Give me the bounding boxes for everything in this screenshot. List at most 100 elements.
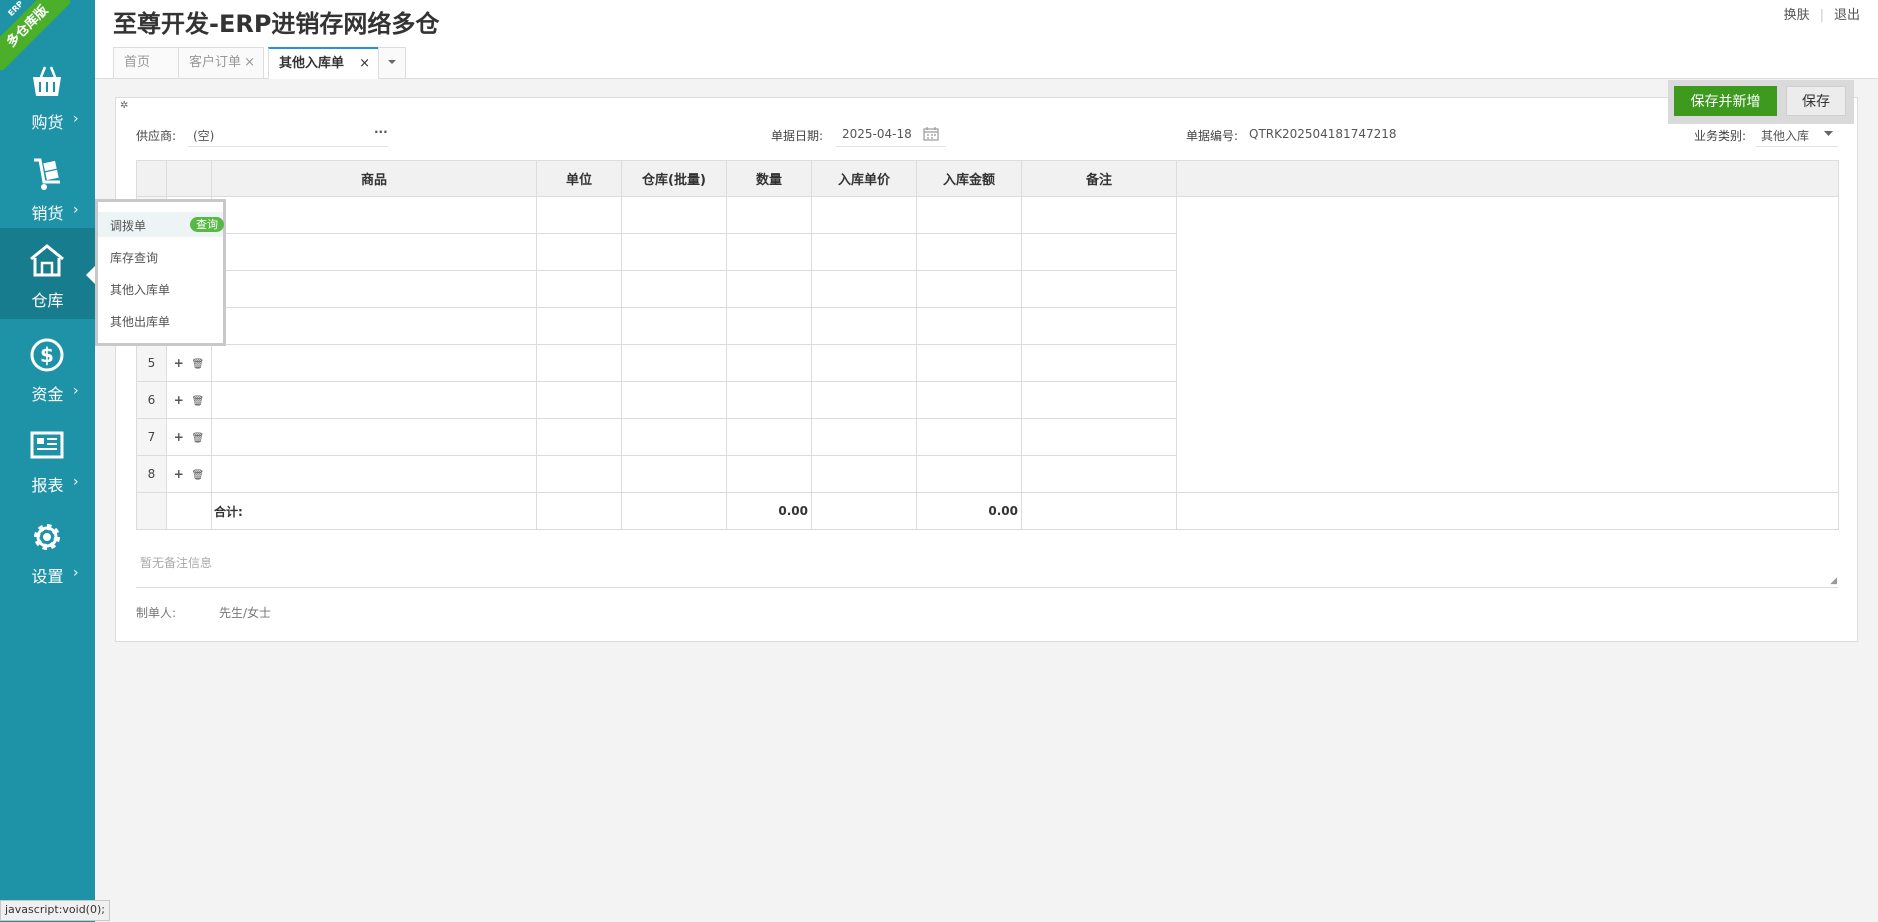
remark-textarea[interactable]: 暂无备注信息 ◢ xyxy=(136,546,1838,588)
submenu-item-transfer[interactable]: 调拨单 xyxy=(110,217,146,234)
submenu-item-other-outbound[interactable]: 其他出库单 xyxy=(110,313,170,330)
settings-icon[interactable]: ✲ xyxy=(120,100,128,111)
supplier-input[interactable]: (空) xyxy=(193,127,214,144)
table-cell[interactable] xyxy=(811,455,917,493)
table-cell[interactable] xyxy=(621,381,727,419)
add-row-icon[interactable]: + xyxy=(174,467,184,481)
table-cell[interactable] xyxy=(211,455,537,493)
table-cell[interactable] xyxy=(621,344,727,382)
table-cell[interactable] xyxy=(1021,307,1177,345)
table-cell[interactable] xyxy=(726,233,812,271)
table-cell[interactable] xyxy=(536,455,622,493)
table-cell[interactable] xyxy=(726,381,812,419)
table-cell[interactable] xyxy=(916,196,1022,234)
close-icon[interactable]: × xyxy=(244,48,255,78)
table-cell[interactable] xyxy=(1021,196,1177,234)
calendar-icon[interactable] xyxy=(923,126,939,141)
logout-link[interactable]: 退出 xyxy=(1834,8,1860,23)
query-badge[interactable]: 查询 xyxy=(190,217,224,232)
column-header: 入库金额 xyxy=(916,160,1022,197)
table-cell[interactable] xyxy=(211,196,537,234)
supplier-more-button[interactable]: ··· xyxy=(374,125,388,139)
save-and-new-button[interactable]: 保存并新增 xyxy=(1674,86,1777,116)
table-cell[interactable] xyxy=(536,307,622,345)
date-input[interactable]: 2025-04-18 xyxy=(842,127,912,141)
table-cell[interactable] xyxy=(726,455,812,493)
submenu-item-other-inbound[interactable]: 其他入库单 xyxy=(110,281,170,298)
table-cell[interactable] xyxy=(811,381,917,419)
table-cell[interactable] xyxy=(811,344,917,382)
table-cell[interactable] xyxy=(621,418,727,456)
sidebar-item-funds[interactable]: $ 资金 › xyxy=(0,322,95,413)
table-cell[interactable] xyxy=(536,418,622,456)
delete-row-icon[interactable]: 🗑 xyxy=(192,470,205,481)
table-cell[interactable] xyxy=(916,455,1022,493)
maker-label: 制单人: xyxy=(136,606,177,620)
submenu-item-stock-query[interactable]: 库存查询 xyxy=(110,249,158,266)
tab-home[interactable]: 首页 xyxy=(113,47,179,78)
delete-row-icon[interactable]: 🗑 xyxy=(192,359,205,370)
close-icon[interactable]: × xyxy=(359,49,370,79)
table-cell[interactable] xyxy=(916,270,1022,308)
table-cell[interactable] xyxy=(1021,381,1177,419)
add-row-icon[interactable]: + xyxy=(174,393,184,407)
save-button[interactable]: 保存 xyxy=(1786,86,1846,116)
table-cell[interactable] xyxy=(916,233,1022,271)
table-cell[interactable] xyxy=(211,270,537,308)
table-cell[interactable] xyxy=(211,344,537,382)
table-cell[interactable] xyxy=(1021,233,1177,271)
table-cell[interactable] xyxy=(536,233,622,271)
add-row-icon[interactable]: + xyxy=(174,356,184,370)
table-cell[interactable] xyxy=(726,418,812,456)
delete-row-icon[interactable]: 🗑 xyxy=(192,396,205,407)
table-cell[interactable] xyxy=(536,196,622,234)
header-rownum xyxy=(136,160,167,197)
table-cell[interactable] xyxy=(726,307,812,345)
table-cell[interactable] xyxy=(726,344,812,382)
table-cell[interactable] xyxy=(726,270,812,308)
tab-other-inbound[interactable]: 其他入库单 × xyxy=(268,47,379,79)
sidebar-item-reports[interactable]: 报表 › xyxy=(0,413,95,504)
divider: | xyxy=(1819,8,1824,23)
resize-grip-icon[interactable]: ◢ xyxy=(1830,576,1837,586)
table-cell[interactable] xyxy=(1021,455,1177,493)
skin-link[interactable]: 换肤 xyxy=(1784,8,1810,23)
table-cell[interactable] xyxy=(621,196,727,234)
table-cell[interactable] xyxy=(621,307,727,345)
table-cell[interactable] xyxy=(726,196,812,234)
table-cell[interactable] xyxy=(811,418,917,456)
total-amount: 0.00 xyxy=(916,492,1022,530)
tab-customer-order[interactable]: 客户订单 × xyxy=(178,47,264,78)
table-cell[interactable] xyxy=(211,307,537,345)
add-row-icon[interactable]: + xyxy=(174,430,184,444)
biz-type-select[interactable]: 其他入库 xyxy=(1761,127,1809,144)
table-cell[interactable] xyxy=(1021,344,1177,382)
table-cell[interactable] xyxy=(536,344,622,382)
table-cell[interactable] xyxy=(621,270,727,308)
table-cell[interactable] xyxy=(1021,418,1177,456)
table-cell[interactable] xyxy=(811,270,917,308)
table-cell[interactable] xyxy=(536,270,622,308)
table-cell[interactable] xyxy=(621,233,727,271)
table-cell[interactable] xyxy=(621,455,727,493)
sidebar-item-purchase[interactable]: 购货 › xyxy=(0,50,95,141)
sidebar-item-warehouse[interactable]: 仓库 xyxy=(0,228,95,319)
sidebar-item-sales[interactable]: 销货 › xyxy=(0,141,95,232)
header: 至尊开发-ERP进销存网络多仓 换肤 | 退出 首页 客户订单 × 其他入库单 × xyxy=(95,0,1878,79)
table-cell[interactable] xyxy=(811,233,917,271)
table-cell[interactable] xyxy=(211,418,537,456)
tab-dropdown[interactable] xyxy=(378,47,406,78)
table-cell[interactable] xyxy=(536,381,622,419)
chevron-down-icon[interactable] xyxy=(1824,131,1833,137)
table-cell[interactable] xyxy=(211,233,537,271)
table-cell[interactable] xyxy=(1021,270,1177,308)
table-cell[interactable] xyxy=(916,418,1022,456)
table-cell[interactable] xyxy=(916,344,1022,382)
delete-row-icon[interactable]: 🗑 xyxy=(192,433,205,444)
sidebar-item-settings[interactable]: 设置 › xyxy=(0,504,95,595)
table-cell[interactable] xyxy=(811,196,917,234)
table-cell[interactable] xyxy=(916,381,1022,419)
table-cell[interactable] xyxy=(916,307,1022,345)
table-cell[interactable] xyxy=(211,381,537,419)
table-cell[interactable] xyxy=(811,307,917,345)
